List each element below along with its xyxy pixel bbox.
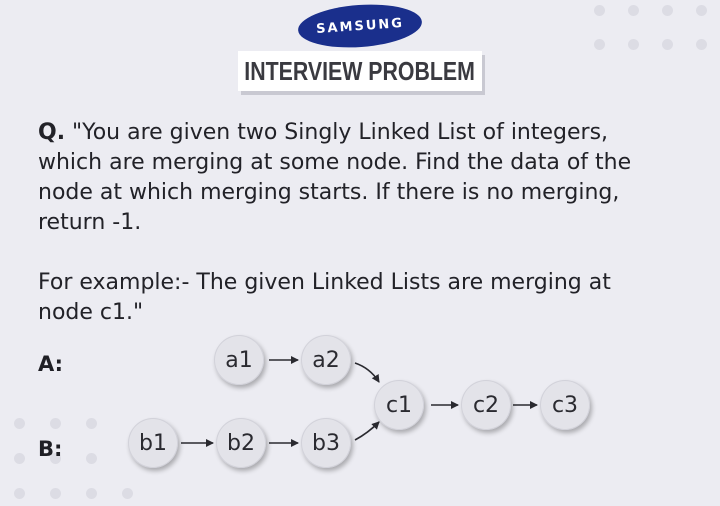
arrow-a2-c1: [354, 362, 380, 383]
node-c2: c2: [461, 380, 511, 430]
node-b3: b3: [301, 418, 351, 468]
diagram-arrows: [181, 356, 538, 447]
node-a1: a1: [214, 335, 264, 385]
node-b1: b1: [128, 418, 178, 468]
node-c3: c3: [540, 380, 590, 430]
node-c1: c1: [374, 380, 424, 430]
node-b2: b2: [216, 418, 266, 468]
arrow-b3-c1: [354, 421, 380, 441]
node-a2: a2: [301, 335, 351, 385]
